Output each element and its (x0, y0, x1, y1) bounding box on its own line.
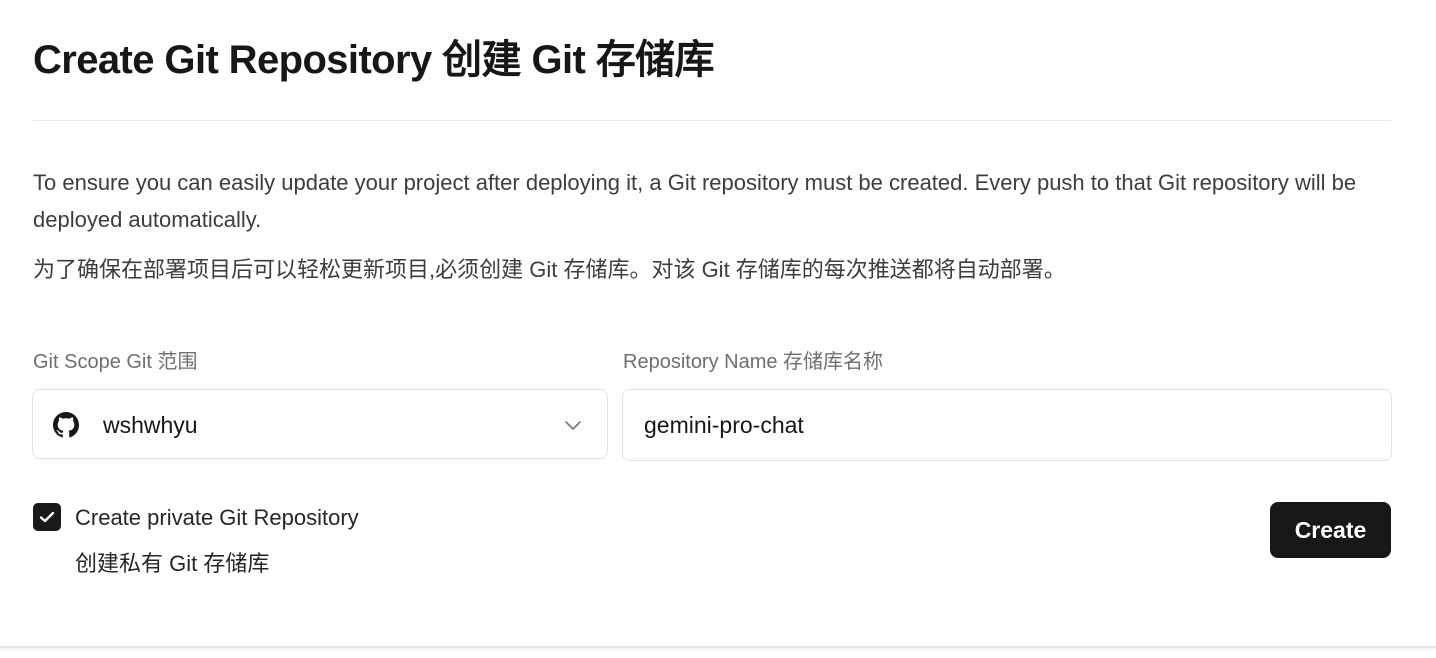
page-title: Create Git Repository 创建 Git 存储库 (33, 38, 715, 82)
create-button[interactable]: Create (1270, 502, 1391, 558)
git-scope-value: wshwhyu (103, 412, 198, 438)
checkmark-icon (39, 511, 55, 523)
title-divider (33, 120, 1391, 121)
git-scope-label: Git Scope Git 范围 (33, 351, 198, 373)
repository-name-input[interactable] (622, 389, 1392, 461)
chevron-down-icon (565, 421, 581, 430)
description-english: To ensure you can easily update your pro… (33, 170, 1357, 232)
private-repo-checkbox[interactable] (33, 503, 61, 531)
private-repo-sublabel: 创建私有 Git 存储库 (75, 551, 270, 576)
create-repository-card: Create Git Repository 创建 Git 存储库 To ensu… (0, 0, 1436, 648)
description-chinese: 为了确保在部署项目后可以轻松更新项目,必须创建 Git 存储库。对该 Git 存… (33, 257, 1066, 282)
github-icon (53, 412, 79, 438)
private-repo-label[interactable]: Create private Git Repository (75, 502, 359, 534)
repository-name-label: Repository Name 存储库名称 (623, 351, 884, 373)
git-scope-select[interactable]: wshwhyu (32, 389, 608, 459)
